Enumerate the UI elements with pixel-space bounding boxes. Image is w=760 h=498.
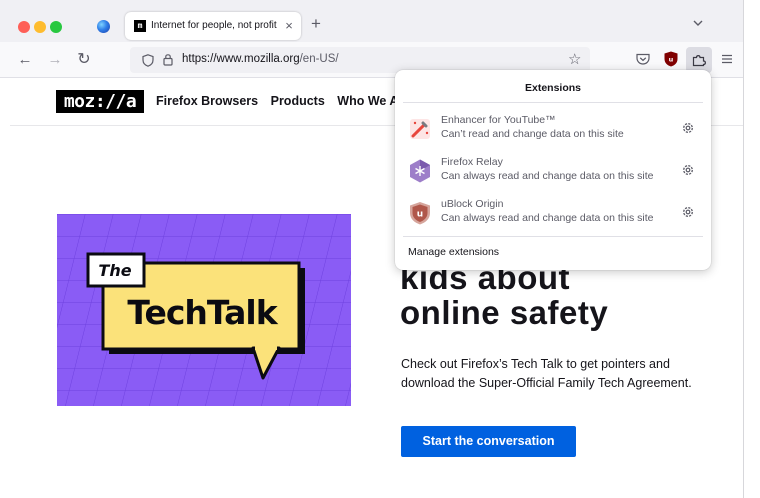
url-host: https://www.mozilla.org bbox=[182, 53, 300, 65]
panel-divider bbox=[403, 236, 703, 237]
url-path: /en-US/ bbox=[299, 53, 339, 65]
svg-text:u: u bbox=[417, 210, 423, 220]
extension-name: Firefox Relay bbox=[441, 156, 503, 168]
extension-access: Can’t read and change data on this site bbox=[441, 128, 624, 140]
gear-icon[interactable] bbox=[681, 205, 695, 219]
svg-text:u: u bbox=[669, 56, 674, 64]
extension-item-firefox-relay[interactable]: Firefox Relay Can always read and change… bbox=[403, 153, 703, 189]
techtalk-graphic: The TechTalk bbox=[57, 214, 351, 406]
chevron-down-icon[interactable] bbox=[691, 16, 705, 30]
site-navigation: Firefox Browsers Products Who We A bbox=[156, 94, 407, 108]
nav-products[interactable]: Products bbox=[271, 94, 325, 108]
window-close-button[interactable] bbox=[18, 21, 30, 33]
ublock-toolbar-icon[interactable]: u bbox=[664, 51, 678, 67]
window-maximize-button[interactable] bbox=[50, 21, 62, 33]
extension-item-enhancer-youtube[interactable]: Enhancer for YouTube™ Can’t read and cha… bbox=[403, 111, 703, 147]
extension-name: uBlock Origin bbox=[441, 198, 504, 210]
hero-description: Check out Firefox’s Tech Talk to get poi… bbox=[401, 357, 692, 390]
extension-item-ublock-origin[interactable]: u uBlock Origin Can always read and chan… bbox=[403, 195, 703, 231]
tab-title: Internet for people, not profit — bbox=[151, 20, 279, 31]
window-edge bbox=[743, 0, 760, 498]
mozilla-logo[interactable]: moz://a bbox=[56, 90, 144, 113]
extension-name: Enhancer for YouTube™ bbox=[441, 114, 556, 126]
ublock-icon: u bbox=[410, 202, 430, 225]
tab-close-button[interactable]: × bbox=[282, 18, 296, 34]
back-button[interactable]: ← bbox=[16, 51, 34, 69]
techtalk-illustration: The TechTalk bbox=[57, 214, 351, 406]
panel-title: Extensions bbox=[524, 82, 582, 94]
panel-divider bbox=[403, 102, 703, 103]
hero-heading: kids about online safety bbox=[400, 260, 608, 330]
firefox-view-icon[interactable] bbox=[97, 20, 110, 33]
bookmark-star-icon[interactable]: ☆ bbox=[568, 50, 581, 68]
new-tab-button[interactable]: + bbox=[309, 15, 323, 32]
relay-icon bbox=[410, 159, 430, 183]
manage-extensions-link[interactable]: Manage extensions bbox=[408, 246, 499, 258]
pocket-icon[interactable] bbox=[636, 53, 650, 65]
lock-icon[interactable] bbox=[163, 53, 173, 66]
extensions-panel: Extensions Enhancer for YouTube™ Can’t r… bbox=[395, 70, 711, 270]
mozilla-favicon-icon: m bbox=[134, 20, 146, 32]
tab-strip: m Internet for people, not profit — × + bbox=[0, 0, 743, 42]
gear-icon[interactable] bbox=[681, 121, 695, 135]
nav-who-we-are[interactable]: Who We A bbox=[337, 94, 398, 108]
youtube-wand-icon bbox=[410, 119, 430, 139]
gear-icon[interactable] bbox=[681, 163, 695, 177]
browser-window: m Internet for people, not profit — × + … bbox=[0, 0, 743, 498]
forward-button[interactable]: → bbox=[46, 51, 64, 69]
url-text[interactable]: https://www.mozilla.org/en-US/ bbox=[182, 53, 339, 65]
extension-access: Can always read and change data on this … bbox=[441, 212, 654, 224]
start-conversation-button[interactable]: Start the conversation bbox=[401, 426, 576, 457]
techtalk-title-text: TechTalk bbox=[127, 293, 278, 332]
reload-button[interactable]: ↻ bbox=[75, 51, 93, 69]
techtalk-the-text: The bbox=[98, 261, 131, 280]
tracking-shield-icon[interactable] bbox=[142, 54, 154, 67]
nav-firefox-browsers[interactable]: Firefox Browsers bbox=[156, 94, 258, 108]
active-tab[interactable]: m Internet for people, not profit — × bbox=[125, 12, 301, 40]
window-minimize-button[interactable] bbox=[34, 21, 46, 33]
extension-access: Can always read and change data on this … bbox=[441, 170, 654, 182]
hamburger-menu-icon[interactable] bbox=[720, 52, 734, 66]
hero-heading-line-2: online safety bbox=[400, 294, 609, 331]
